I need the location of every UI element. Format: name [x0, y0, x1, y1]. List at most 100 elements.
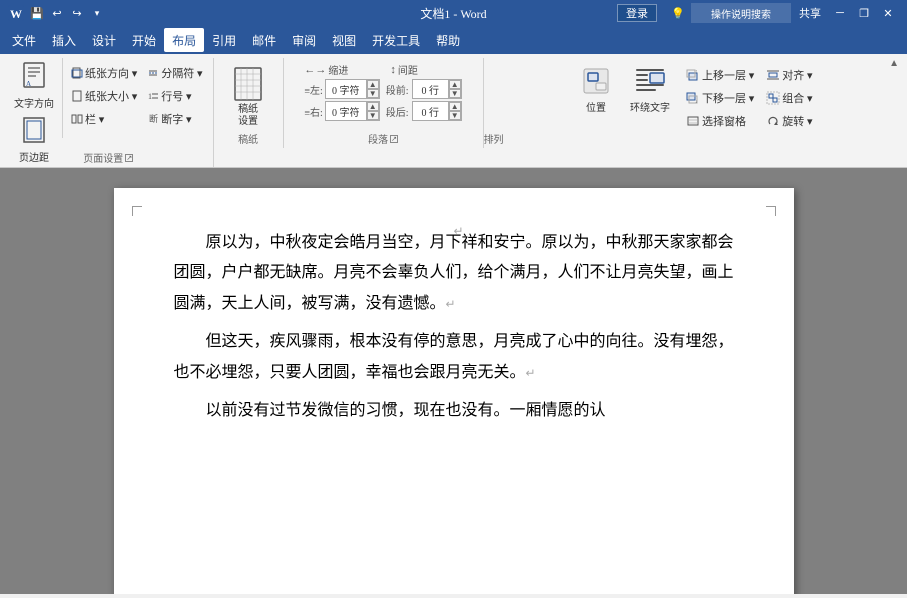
help-icon[interactable]: 💡 [667, 3, 689, 23]
bring-forward-icon: ↑ [686, 68, 700, 82]
menu-view[interactable]: 视图 [324, 28, 364, 52]
menu-design[interactable]: 设计 [84, 28, 124, 52]
paper-orientation-button[interactable]: 纸张方向 ▾ [67, 62, 141, 84]
menu-home[interactable]: 开始 [124, 28, 164, 52]
draft-paper-label: 稿纸设置 [238, 104, 258, 128]
margins-button[interactable]: 页边距 [11, 114, 57, 167]
indent-left-value: 0 字符 [326, 82, 366, 97]
svg-text:↑: ↑ [695, 70, 698, 75]
indent-left-input[interactable]: 0 字符 ▲ ▼ [325, 79, 380, 99]
paper-size-icon [71, 90, 83, 102]
wrap-text-label: 环绕文字 [630, 99, 670, 114]
svg-text:断: 断 [149, 113, 158, 124]
menu-help[interactable]: 帮助 [428, 28, 468, 52]
wrap-text-icon [634, 65, 666, 97]
spacing-section-label: 间距 [398, 62, 418, 77]
align-button[interactable]: 对齐 ▾ [762, 64, 816, 86]
indent-right-down-button[interactable]: ▼ [367, 111, 379, 120]
document-content[interactable]: 原以为，中秋夜定会皓月当空，月下祥和安宁。原以为，中秋那天家家都会团圆，户户都无… [174, 228, 734, 426]
para-mark-1: ↵ [446, 297, 456, 311]
rotate-label: 旋转 ▾ [782, 113, 812, 129]
menu-mailings[interactable]: 邮件 [244, 28, 284, 52]
position-label: 位置 [586, 99, 606, 114]
line-numbers-button[interactable]: 1 行号 ▾ [143, 85, 206, 107]
menu-insert[interactable]: 插入 [44, 28, 84, 52]
send-backward-icon: ↓ [686, 91, 700, 105]
search-help-input[interactable]: 操作说明搜索 [691, 3, 791, 23]
menu-references[interactable]: 引用 [204, 28, 244, 52]
title-bar-left: W 💾 ↩ ↪ ▾ [8, 4, 106, 22]
bring-forward-button[interactable]: ↑ 上移一层 ▾ [682, 64, 758, 86]
svg-text:A: A [26, 80, 31, 88]
selection-pane-icon [686, 114, 700, 128]
spacing-before-down-button[interactable]: ▼ [449, 89, 461, 98]
paper-size-button[interactable]: 纸张大小 ▾ [67, 85, 141, 107]
columns-button[interactable]: 栏 ▾ [67, 108, 141, 130]
share-button[interactable]: 共享 [793, 3, 827, 23]
text-direction-button[interactable]: A 文字方向 [10, 58, 58, 113]
spacing-after-down-button[interactable]: ▼ [449, 111, 461, 120]
menu-review[interactable]: 审阅 [284, 28, 324, 52]
indent-left-up-button[interactable]: ▲ [367, 80, 379, 89]
minimize-button[interactable]: ─ [829, 3, 851, 23]
menu-layout[interactable]: 布局 [164, 28, 204, 52]
ribbon-collapse-button[interactable]: ▲ [889, 58, 899, 69]
send-backward-label: 下移一层 ▾ [702, 90, 754, 106]
margins-icon [22, 117, 46, 147]
paragraph-expand-icon[interactable]: ↗ [390, 135, 398, 143]
indent-right-label: ≡右: [304, 104, 322, 119]
align-icon [766, 68, 780, 82]
page-setup-label: 页面设置 ↗ [83, 150, 133, 165]
columns-icon [71, 113, 83, 125]
spacing-after-value: 0 行 [413, 104, 448, 119]
paragraph-group-label: 段落 ↗ [368, 131, 398, 146]
spacing-before-up-button[interactable]: ▲ [449, 80, 461, 89]
wrap-text-button[interactable]: 环绕文字 [626, 62, 674, 117]
document-title: 文档1 - Word [420, 5, 486, 22]
paper-orientation-icon [71, 67, 83, 79]
paragraph-3: 以前没有过节发微信的习惯，现在也没有。一厢情愿的认 [174, 396, 734, 426]
page-corner-top-right [766, 206, 776, 216]
break-label: 分隔符 ▾ [161, 65, 202, 81]
undo-quick-button[interactable]: ↩ [48, 4, 66, 22]
break-button[interactable]: 分隔符 ▾ [143, 62, 206, 84]
line-numbers-label: 行号 ▾ [161, 88, 191, 104]
page-setup-expand-icon[interactable]: ↗ [125, 154, 133, 162]
spacing-before-input[interactable]: 0 行 ▲ ▼ [412, 79, 462, 99]
login-button[interactable]: 登录 [617, 4, 657, 22]
send-backward-button[interactable]: ↓ 下移一层 ▾ [682, 87, 758, 109]
spacing-before-value: 0 行 [413, 82, 448, 97]
hyphenation-button[interactable]: 断 断字 ▾ [143, 108, 206, 130]
save-quick-button[interactable]: 💾 [28, 4, 46, 22]
close-button[interactable]: ✕ [877, 3, 899, 23]
menu-developer[interactable]: 开发工具 [364, 28, 428, 52]
customize-quick-access-button[interactable]: ▾ [88, 4, 106, 22]
title-bar: W 💾 ↩ ↪ ▾ 文档1 - Word 登录 💡 操作说明搜索 共享 ─ ❐ … [0, 0, 907, 26]
indent-right-up-button[interactable]: ▲ [367, 102, 379, 111]
document-page: ↵ 原以为，中秋夜定会皓月当空，月下祥和安宁。原以为，中秋那天家家都会团圆，户户… [114, 188, 794, 594]
indent-section-label: 缩进 [328, 62, 348, 77]
group-icon [766, 91, 780, 105]
group-button[interactable]: 组合 ▾ [762, 87, 816, 109]
hyphenation-label: 断字 ▾ [161, 111, 191, 127]
selection-pane-button[interactable]: 选择窗格 [682, 110, 758, 132]
position-button[interactable]: 位置 [574, 62, 618, 117]
restore-button[interactable]: ❐ [853, 3, 875, 23]
menu-file[interactable]: 文件 [4, 28, 44, 52]
spacing-after-input[interactable]: 0 行 ▲ ▼ [412, 101, 462, 121]
para-mark-2: ↵ [526, 366, 536, 380]
indent-right-input[interactable]: 0 字符 ▲ ▼ [325, 101, 380, 121]
align-label: 对齐 ▾ [782, 67, 812, 83]
ribbon-group-arrange: 位置 环绕文字 [484, 58, 903, 148]
menu-bar: 文件 插入 设计 开始 布局 引用 邮件 审阅 视图 开发工具 帮助 [0, 26, 907, 54]
spacing-after-up-button[interactable]: ▲ [449, 102, 461, 111]
ribbon-group-page-setup: A 文字方向 页边距 [4, 58, 214, 167]
indent-left-down-button[interactable]: ▼ [367, 89, 379, 98]
break-icon [147, 67, 159, 79]
redo-quick-button[interactable]: ↪ [68, 4, 86, 22]
word-icon: W [8, 5, 24, 21]
columns-label: 栏 ▾ [85, 111, 104, 127]
rotate-button[interactable]: 旋转 ▾ [762, 110, 816, 132]
page-area: ↵ 原以为，中秋夜定会皓月当空，月下祥和安宁。原以为，中秋那天家家都会团圆，户户… [0, 168, 907, 594]
draft-paper-button[interactable]: 稿纸设置 [226, 62, 270, 132]
